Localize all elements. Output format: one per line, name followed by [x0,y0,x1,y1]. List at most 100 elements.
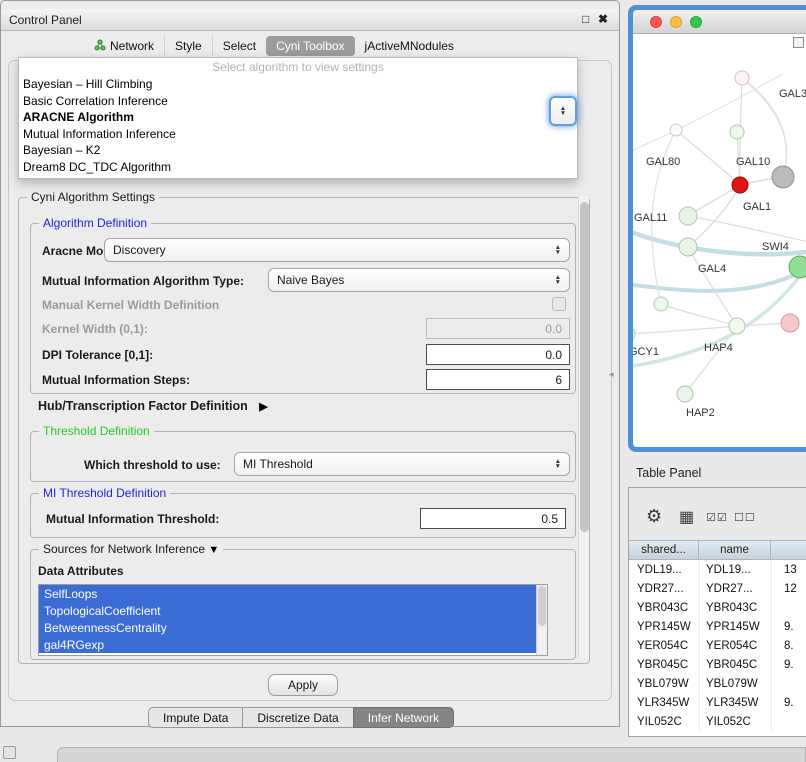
network-node-label: GCY1 [633,346,659,358]
dpi-tolerance-field[interactable]: 0.0 [426,344,570,365]
network-node[interactable] [633,326,635,342]
table-row[interactable]: YDL19...YDL19...13 [629,560,806,579]
kernel-width-label: Kernel Width (0,1): [42,322,148,336]
network-node[interactable] [729,318,745,334]
tab-discretize-data[interactable]: Discretize Data [242,707,353,728]
control-panel-titlebar[interactable] [1,9,619,31]
network-node[interactable] [732,177,748,193]
network-node[interactable] [654,297,668,311]
table-cell [771,712,806,731]
settings-scrollbar[interactable] [578,196,589,658]
attribute-item[interactable]: TopologicalCoefficient [39,602,536,619]
minimize-traffic-light[interactable] [670,16,682,28]
network-edge[interactable] [633,326,737,334]
network-node[interactable] [679,207,697,225]
combo-arrows-icon [560,106,566,116]
network-node[interactable] [772,166,794,188]
network-node-label: GAL3 [779,88,806,100]
algorithm-combo-button[interactable] [549,96,577,126]
mi-threshold-field[interactable]: 0.5 [420,508,566,529]
which-threshold-select[interactable]: MI Threshold [234,452,570,476]
network-view-window[interactable]: GAL80GAL10GAL11GAL1SWI4GAL4GCY1HAP4HAP2G… [628,5,806,452]
algorithm-option[interactable]: Basic Correlation Inference [19,93,577,110]
table-row[interactable]: YBR045CYBR045C9. [629,655,806,674]
attribute-item[interactable]: SelfLoops [39,585,536,602]
network-node[interactable] [781,314,799,332]
table-settings-gear-icon[interactable]: ⚙ [646,506,662,527]
select-all-columns-icon[interactable]: ☑☑ [706,511,728,524]
close-window-icon[interactable]: ✖ [598,12,608,26]
tab-jactivemnodules[interactable]: jActiveMNodules [355,36,464,56]
control-panel-tabbar: Network Style Select Cyni Toolbox jActiv… [84,35,464,57]
tab-infer-network[interactable]: Infer Network [353,707,454,728]
table-panel-title: Table Panel [636,466,701,480]
table-cell: 9. [771,617,806,636]
column-header-name[interactable]: name [699,541,771,559]
kernel-width-field[interactable]: 0.0 [426,318,570,339]
algorithm-option[interactable]: Bayesian – K2 [19,142,577,159]
data-attributes-list[interactable]: SelfLoops TopologicalCoefficient Between… [38,584,548,656]
aracne-mode-select[interactable]: Discovery [104,238,570,262]
tab-cyni-toolbox[interactable]: Cyni Toolbox [266,36,354,56]
tab-network[interactable]: Network [84,36,164,57]
network-edge[interactable] [676,130,740,185]
algorithm-option[interactable]: Mutual Information Inference [19,126,577,143]
tab-label: Network [110,39,154,53]
float-window-icon[interactable]: □ [582,12,589,26]
mi-algorithm-type-select[interactable]: Naive Bayes [268,268,570,292]
algorithm-option[interactable]: Bayesian – Hill Climbing [19,76,577,93]
close-traffic-light[interactable] [650,16,662,28]
network-edge[interactable] [633,74,783,154]
hub-definition-toggle[interactable]: Hub/Transcription Factor Definition ▶ [38,399,268,413]
table-body[interactable]: YDL19...YDL19...13YDR27...YDR27...12YBR0… [629,560,806,736]
collapsed-panel-button[interactable] [3,746,16,759]
attribute-item[interactable]: BetweennessCentrality [39,619,536,636]
expanded-arrow-icon: ▼ [208,544,219,556]
manual-kernel-checkbox[interactable] [552,297,566,311]
table-cell: YBR043C [699,598,771,617]
algorithm-option[interactable]: Dream8 DC_TDC Algorithm [19,159,577,176]
algorithm-option-selected[interactable]: ARACNE Algorithm [19,109,577,126]
column-selector-icon[interactable]: ▦ [679,507,694,527]
table-cell: 8. [771,636,806,655]
table-row[interactable]: YDR27...YDR27...12 [629,579,806,598]
network-node[interactable] [670,124,682,136]
apply-button[interactable]: Apply [268,674,338,696]
table-row[interactable]: YPR145WYPR145W9. [629,617,806,636]
data-attributes-label: Data Attributes [38,564,124,578]
attribute-item[interactable]: gal4RGexp [39,636,536,653]
network-node[interactable] [679,238,697,256]
birdseye-toggle[interactable] [793,37,804,48]
tab-label: Select [223,39,256,53]
column-header-shared-name[interactable]: shared... [629,541,699,559]
settings-scrollbar-thumb[interactable] [580,202,589,532]
table-cell: YBR045C [699,655,771,674]
list-scrollbar[interactable] [536,585,547,655]
table-cell: YBL079W [699,674,771,693]
sources-legend-toggle[interactable]: Sources for Network Inference ▼ [39,542,223,556]
table-cell [771,598,806,617]
zoom-traffic-light[interactable] [690,16,702,28]
table-row[interactable]: YBL079WYBL079W [629,674,806,693]
network-node[interactable] [735,71,749,85]
mi-steps-field[interactable]: 6 [426,369,570,390]
network-canvas[interactable]: GAL80GAL10GAL11GAL1SWI4GAL4GCY1HAP4HAP2G… [633,34,806,447]
network-node[interactable] [730,125,744,139]
tab-impute-data[interactable]: Impute Data [148,707,243,728]
manual-kernel-label: Manual Kernel Width Definition [42,298,219,312]
list-scrollbar-thumb[interactable] [538,586,546,626]
network-node[interactable] [789,256,806,278]
deselect-all-columns-icon[interactable]: ☐☐ [734,511,756,524]
tab-style[interactable]: Style [164,36,212,56]
table-row[interactable]: YLR345WYLR345W9. [629,693,806,712]
table-cell: YIL052C [699,712,771,731]
table-row[interactable]: YBR043CYBR043C [629,598,806,617]
network-node[interactable] [677,386,693,402]
table-row[interactable]: YER054CYER054C8. [629,636,806,655]
table-row[interactable]: YIL052CYIL052C [629,712,806,731]
split-collapse-arrow[interactable]: ◂ [609,369,614,380]
network-window-titlebar[interactable] [633,10,806,34]
tab-select[interactable]: Select [212,36,266,56]
column-header-clipped[interactable] [771,541,806,559]
network-edge[interactable] [685,326,737,394]
